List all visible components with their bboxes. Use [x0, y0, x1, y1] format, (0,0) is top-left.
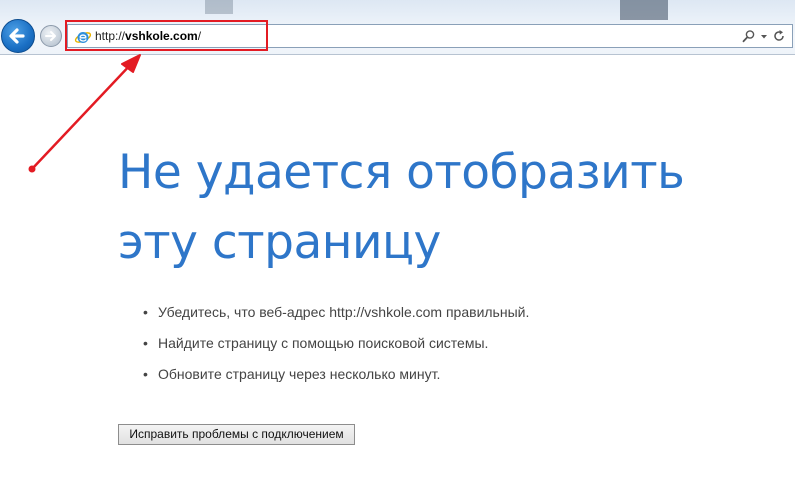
search-icon: [742, 29, 755, 42]
suggestion-check-url: Убедитесь, что веб-адрес http://vshkole.…: [143, 303, 529, 334]
refresh-icon: [774, 29, 784, 41]
address-controls: [742, 28, 786, 46]
refresh-button[interactable]: [772, 28, 786, 47]
back-arrow-icon: [9, 28, 25, 44]
forward-arrow-icon: [45, 31, 56, 41]
forward-button[interactable]: [40, 25, 62, 47]
toolbar-background-fragment: [205, 0, 233, 14]
back-button[interactable]: [1, 19, 35, 53]
toolbar-background-fragment: [620, 0, 668, 20]
chevron-down-icon: [761, 34, 767, 38]
search-dropdown-button[interactable]: [760, 28, 768, 47]
suggestions-list: Убедитесь, что веб-адрес http://vshkole.…: [143, 303, 529, 396]
search-button[interactable]: [742, 28, 756, 47]
error-title: Не удается отобразить эту страницу: [118, 145, 685, 270]
fix-connection-button[interactable]: Исправить проблемы с подключением: [118, 424, 355, 445]
suggestion-refresh-later: Обновите страницу через несколько минут.: [143, 365, 529, 396]
suggestion-search-engine: Найдите страницу с помощью поисковой сис…: [143, 334, 529, 365]
annotation-highlight-box: [65, 20, 268, 51]
